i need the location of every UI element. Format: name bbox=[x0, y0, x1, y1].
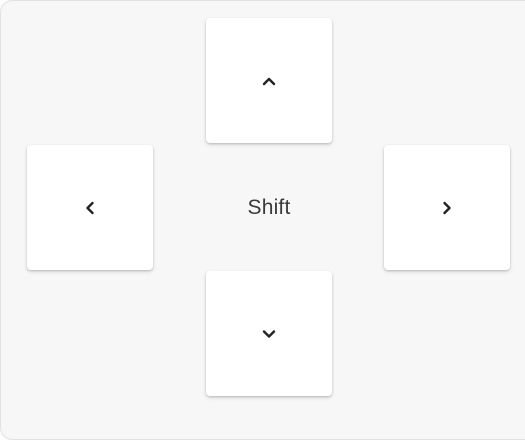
shift-down-button[interactable] bbox=[206, 271, 332, 396]
chevron-left-icon bbox=[82, 200, 98, 216]
shift-label: Shift bbox=[247, 195, 291, 219]
shift-right-button[interactable] bbox=[384, 145, 510, 270]
chevron-down-icon bbox=[261, 326, 277, 342]
shift-control-panel: Shift bbox=[0, 0, 525, 440]
chevron-right-icon bbox=[439, 200, 455, 216]
shift-up-button[interactable] bbox=[206, 18, 332, 143]
shift-left-button[interactable] bbox=[27, 145, 153, 270]
chevron-up-icon bbox=[261, 73, 277, 89]
